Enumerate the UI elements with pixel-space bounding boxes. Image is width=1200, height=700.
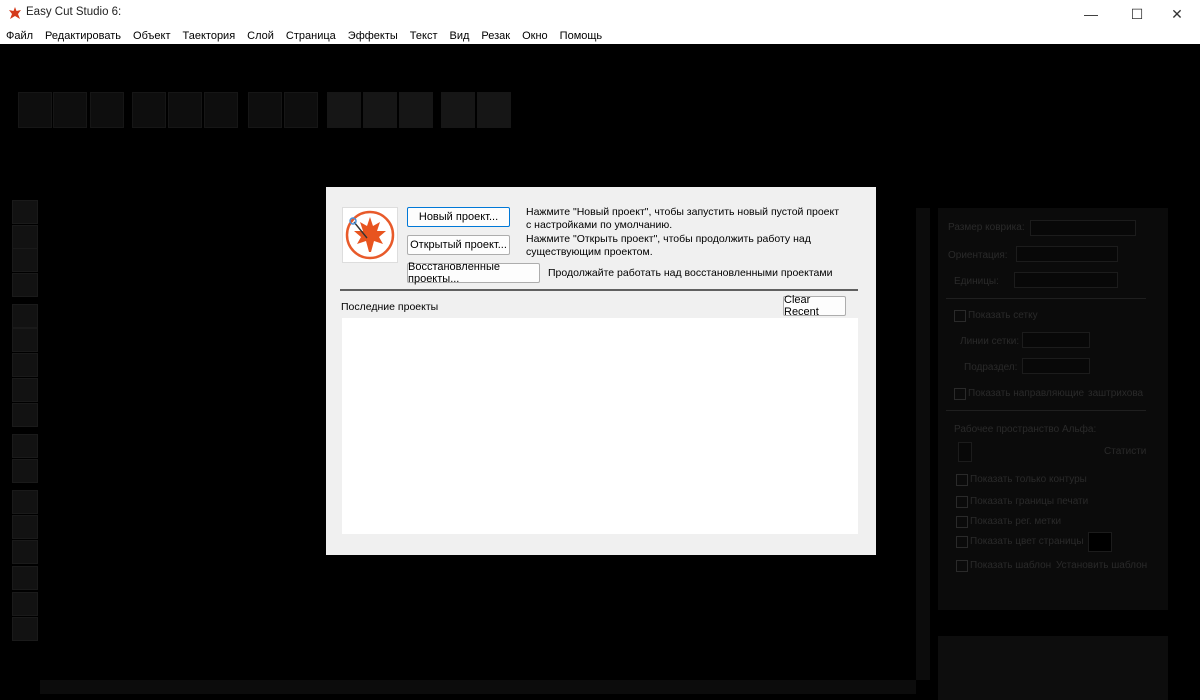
line-tool-icon[interactable] bbox=[12, 490, 38, 514]
properties-panel: Размер коврика: Ориентация: Единицы: Пок… bbox=[938, 208, 1168, 610]
new-file-icon[interactable] bbox=[18, 92, 52, 128]
menu-text[interactable]: Текст bbox=[404, 30, 444, 42]
select-tool-icon[interactable] bbox=[12, 200, 38, 224]
menu-window[interactable]: Окно bbox=[516, 30, 554, 42]
rectangle-tool-icon[interactable] bbox=[12, 459, 38, 483]
window-title: Easy Cut Studio 6: bbox=[26, 6, 122, 18]
units-select[interactable] bbox=[1014, 272, 1118, 288]
vertical-scrollbar[interactable] bbox=[916, 208, 930, 680]
polygon-tool-icon[interactable] bbox=[12, 515, 38, 539]
eraser-tool-icon[interactable] bbox=[12, 378, 38, 402]
copy-icon[interactable] bbox=[168, 92, 202, 128]
save-icon[interactable] bbox=[90, 92, 124, 128]
show-guides-checkbox[interactable] bbox=[954, 388, 966, 400]
menu-file[interactable]: Файл bbox=[0, 30, 39, 42]
recent-projects-label: Последние проекты bbox=[341, 301, 439, 313]
menu-edit[interactable]: Редактировать bbox=[39, 30, 127, 42]
grid-lines-label: Линии сетки: bbox=[960, 336, 1020, 347]
pencil-tool-icon[interactable] bbox=[12, 328, 38, 352]
set-template-button[interactable]: Установить шаблон bbox=[1056, 560, 1147, 571]
show-page-color-checkbox[interactable] bbox=[956, 536, 968, 548]
menu-layer[interactable]: Слой bbox=[241, 30, 280, 42]
show-print-borders-checkbox[interactable] bbox=[956, 496, 968, 508]
menu-cutter[interactable]: Резак bbox=[475, 30, 516, 42]
menu-help[interactable]: Помощь bbox=[554, 30, 609, 42]
divider bbox=[946, 410, 1146, 411]
undo-icon[interactable] bbox=[248, 92, 282, 128]
show-reg-marks-label: Показать рег. метки bbox=[970, 516, 1062, 527]
show-outlines-checkbox[interactable] bbox=[956, 474, 968, 486]
static-label: Статисти bbox=[1104, 446, 1147, 457]
mat-size-label: Размер коврика: bbox=[948, 222, 1025, 233]
hatching-label: заштрихова bbox=[1088, 388, 1144, 399]
show-page-color-label: Показать цвет страницы bbox=[970, 536, 1084, 547]
import-image-icon[interactable] bbox=[363, 92, 397, 128]
orientation-select[interactable] bbox=[1016, 246, 1118, 262]
new-project-description: Нажмите "Новый проект", чтобы запустить … bbox=[526, 206, 840, 231]
fill-tool-icon[interactable] bbox=[12, 403, 38, 427]
open-project-description: Нажмите "Открыть проект", чтобы продолжи… bbox=[526, 233, 811, 258]
subdivision-label: Подраздел: bbox=[964, 362, 1018, 373]
redo-icon[interactable] bbox=[284, 92, 318, 128]
grid-lines-input[interactable] bbox=[1022, 332, 1090, 348]
menu-path[interactable]: Таектория bbox=[177, 30, 242, 42]
knife-tool-icon[interactable] bbox=[12, 434, 38, 458]
show-grid-label: Показать сетку bbox=[968, 310, 1038, 321]
dialog-divider bbox=[340, 289, 858, 291]
recovered-projects-button[interactable]: Восстановленные проекты... bbox=[407, 261, 540, 285]
units-label: Единицы: bbox=[954, 276, 999, 287]
clear-recent-button[interactable]: Clear Recent bbox=[783, 294, 846, 318]
show-reg-marks-checkbox[interactable] bbox=[956, 516, 968, 528]
recent-projects-list[interactable] bbox=[342, 318, 858, 534]
brush-tool-icon[interactable] bbox=[12, 353, 38, 377]
alpha-workspace-label: Рабочее пространство Альфа: bbox=[954, 424, 1097, 435]
page-color-swatch[interactable] bbox=[1088, 532, 1112, 552]
title-bar: Easy Cut Studio 6: — ☐ ✕ bbox=[0, 0, 1200, 28]
secondary-panel bbox=[938, 636, 1168, 700]
show-guides-label: Показать направляющие bbox=[968, 388, 1085, 399]
minimize-button[interactable]: — bbox=[1068, 0, 1114, 28]
paste-icon[interactable] bbox=[204, 92, 238, 128]
text-tool-icon[interactable] bbox=[12, 273, 38, 297]
cut-icon[interactable] bbox=[132, 92, 166, 128]
weed-tool-icon[interactable] bbox=[12, 617, 38, 641]
divider bbox=[946, 298, 1146, 299]
show-grid-checkbox[interactable] bbox=[954, 310, 966, 322]
horizontal-scrollbar[interactable] bbox=[40, 680, 916, 694]
app-logo-icon bbox=[9, 7, 21, 19]
mat-size-select[interactable] bbox=[1030, 220, 1136, 236]
show-template-checkbox[interactable] bbox=[956, 560, 968, 572]
ellipse-tool-icon[interactable] bbox=[12, 540, 38, 564]
maple-leaf-icon bbox=[345, 210, 395, 260]
transform-tool-icon[interactable] bbox=[12, 225, 38, 249]
open-project-button[interactable]: Открытый проект... bbox=[407, 235, 510, 255]
close-button[interactable]: ✕ bbox=[1154, 0, 1200, 28]
alpha-slider[interactable] bbox=[958, 442, 972, 462]
menu-view[interactable]: Вид bbox=[444, 30, 476, 42]
trace-image-icon[interactable] bbox=[327, 92, 361, 128]
orientation-label: Ориентация: bbox=[948, 250, 1008, 261]
app-logo bbox=[342, 207, 398, 263]
menu-page[interactable]: Страница bbox=[280, 30, 342, 42]
show-outlines-label: Показать только контуры bbox=[970, 474, 1087, 485]
start-dialog: Новый проект... Нажмите "Новый проект", … bbox=[326, 187, 876, 555]
star-tool-icon[interactable] bbox=[12, 566, 38, 590]
recovered-projects-description: Продолжайте работать над восстановленным… bbox=[548, 267, 833, 279]
shape-library-icon[interactable] bbox=[399, 92, 433, 128]
show-template-label: Показать шаблон bbox=[970, 560, 1052, 571]
measure-tool-icon[interactable] bbox=[12, 592, 38, 616]
open-file-icon[interactable] bbox=[53, 92, 87, 128]
show-print-borders-label: Показать границы печати bbox=[970, 496, 1089, 507]
cut-plot-icon[interactable] bbox=[477, 92, 511, 128]
new-project-button[interactable]: Новый проект... bbox=[407, 207, 510, 227]
zoom-icon[interactable] bbox=[441, 92, 475, 128]
menu-object[interactable]: Объект bbox=[127, 30, 176, 42]
subdivision-input[interactable] bbox=[1022, 358, 1090, 374]
pen-tool-icon[interactable] bbox=[12, 304, 38, 328]
node-edit-tool-icon[interactable] bbox=[12, 248, 38, 272]
menu-effects[interactable]: Эффекты bbox=[342, 30, 404, 42]
menu-bar: Файл Редактировать Объект Таектория Слой… bbox=[0, 28, 1200, 44]
